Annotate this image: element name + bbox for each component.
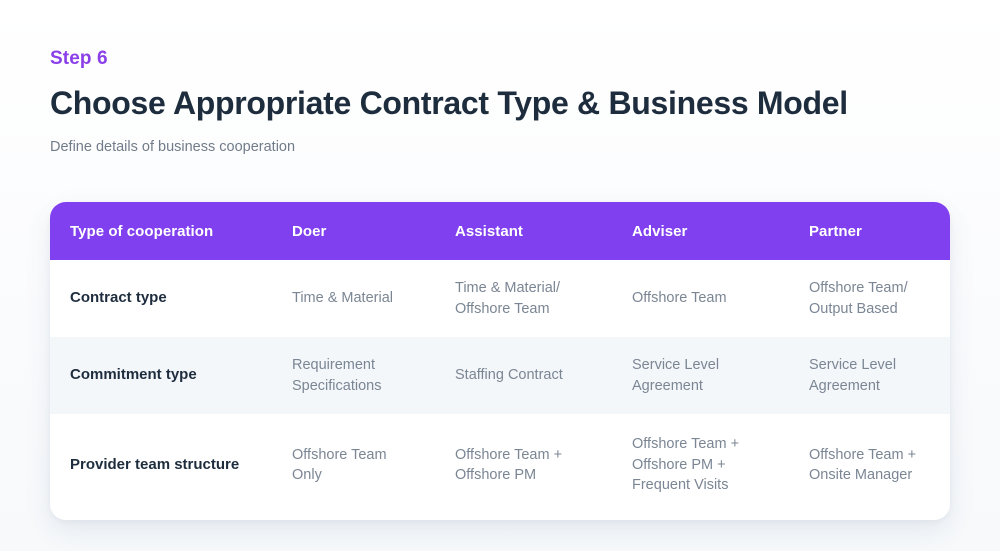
cell-commitment-type-doer: Requirement Specifications <box>292 357 382 394</box>
column-header-assistant: Assistant <box>455 222 523 240</box>
cell-provider-team-structure-partner: Offshore Team + Onsite Manager <box>809 446 917 484</box>
table-header-row: Type of cooperation Doer Assistant Advis… <box>50 202 950 260</box>
cooperation-matrix-table: Type of cooperation Doer Assistant Advis… <box>50 202 950 521</box>
comparison-table-card: Type of cooperation Doer Assistant Advis… <box>50 202 950 521</box>
cell-commitment-type-partner: Service Level Agreement <box>809 357 897 394</box>
cell-contract-type-adviser: Offshore Team <box>632 290 727 307</box>
table-body: Contract type Time & Material Time & Mat… <box>50 260 950 521</box>
cell-contract-type-doer: Time & Material <box>292 290 393 307</box>
table-row: Provider team structure Offshore Team Onl… <box>50 414 950 521</box>
page-title: Choose Appropriate Contract Type & Busin… <box>50 84 848 121</box>
slide-root: Step 6 Choose Appropriate Contract Type … <box>0 0 1000 551</box>
table-header: Type of cooperation Doer Assistant Advis… <box>50 202 950 260</box>
row-label-provider-team-structure: Provider team structure <box>70 455 240 473</box>
column-header-type-of-cooperation: Type of cooperation <box>70 222 214 240</box>
row-label-commitment-type: Commitment type <box>70 366 197 384</box>
row-label-contract-type: Contract type <box>70 289 167 307</box>
table-row: Contract type Time & Material Time & Mat… <box>50 260 950 338</box>
cell-contract-type-assistant: Time & Material/Offshore Team <box>455 280 561 317</box>
column-header-partner: Partner <box>809 222 862 240</box>
header-block: Step 6 Choose Appropriate Contract Type … <box>50 48 950 156</box>
cell-provider-team-structure-adviser: Offshore Team + Offshore PM + Frequent Vis… <box>632 436 740 494</box>
cell-provider-team-structure-assistant: Offshore Team + Offshore PM <box>455 446 563 484</box>
column-header-doer: Doer <box>292 222 327 240</box>
cell-commitment-type-assistant: Staffing Contract <box>455 367 563 384</box>
cell-provider-team-structure-doer: Offshore Team Only <box>292 446 387 484</box>
page-subtitle: Define details of business cooperation <box>50 138 296 155</box>
step-label: Step 6 <box>50 48 108 69</box>
table-row: Commitment type Requirement Specification… <box>50 337 950 415</box>
cell-contract-type-partner: Offshore Team/Output Based <box>809 280 908 317</box>
cell-commitment-type-adviser: Service Level Agreement <box>632 357 720 394</box>
column-header-adviser: Adviser <box>632 222 688 240</box>
